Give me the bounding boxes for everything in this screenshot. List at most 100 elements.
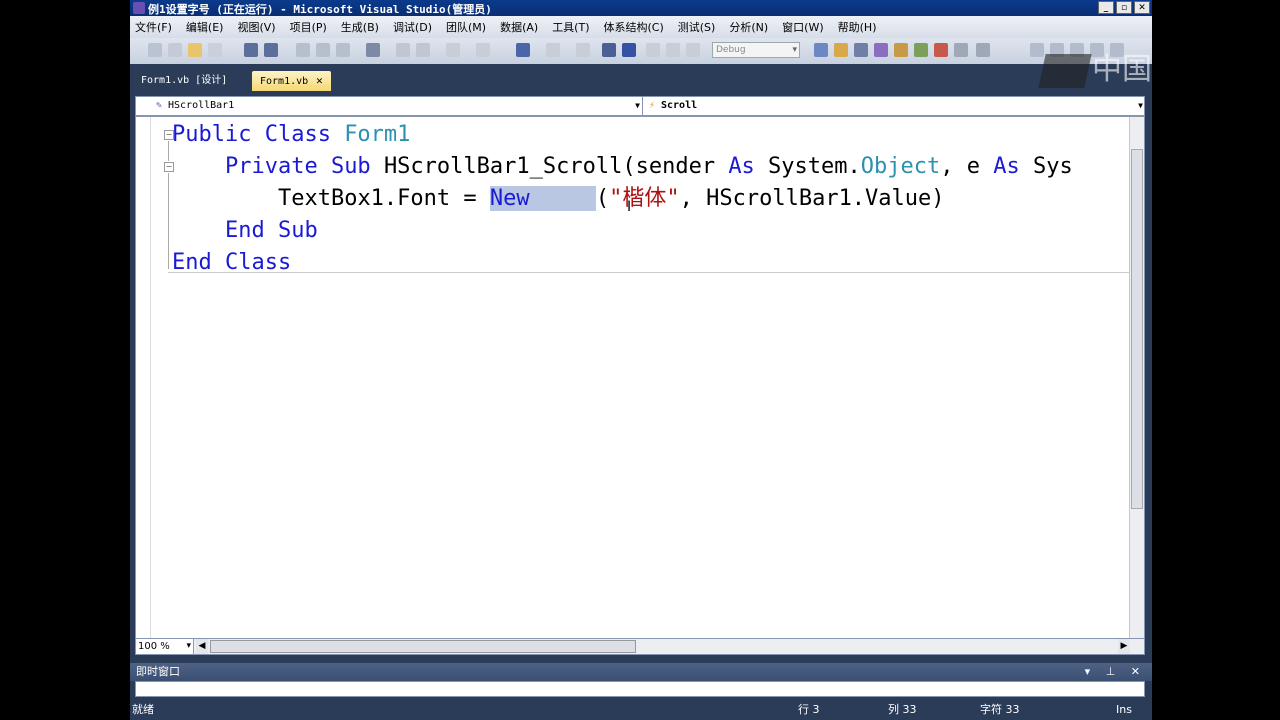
menu-project[interactable]: 项目(P)	[290, 19, 327, 35]
solution-config-select[interactable]: Debug	[712, 42, 800, 58]
comment-icon[interactable]	[396, 43, 410, 57]
menu-test[interactable]: 测试(S)	[678, 19, 716, 35]
menu-debug[interactable]: 调试(D)	[393, 19, 432, 35]
visual-studio-window: 例1设置字号 (正在运行) - Microsoft Visual Studio(…	[130, 0, 1152, 720]
restart-icon[interactable]	[646, 43, 660, 57]
navigate-forward-icon[interactable]	[546, 43, 560, 57]
chevron-down-icon[interactable]: ▼	[635, 97, 640, 115]
redo-icon[interactable]	[476, 43, 490, 57]
immediate-window-body[interactable]	[135, 681, 1145, 697]
status-column: 列 33	[888, 703, 917, 716]
add-existing-icon[interactable]	[208, 43, 222, 57]
toolbar-options-icon[interactable]	[976, 43, 990, 57]
code-keyword: End Sub	[224, 218, 318, 243]
object-dropdown-value: HScrollBar1	[168, 100, 235, 111]
toolbox-icon[interactable]	[894, 43, 908, 57]
menu-window[interactable]: 窗口(W)	[782, 19, 823, 35]
immediate-window-title: 即时窗口	[136, 665, 180, 678]
outline-line	[168, 141, 169, 161]
immediate-window-header: 即时窗口 ▾ ⊥ ✕	[130, 663, 1152, 681]
chevron-down-icon[interactable]: ▼	[1138, 97, 1143, 115]
save-all-icon[interactable]	[264, 43, 278, 57]
menu-bar: 文件(F) 编辑(E) 视图(V) 项目(P) 生成(B) 调试(D) 团队(M…	[130, 16, 1152, 38]
event-icon: ⚡	[649, 100, 656, 111]
outline-line	[168, 173, 169, 269]
code-editor[interactable]: − − Public Class Form1 Private Sub HScro…	[135, 116, 1145, 639]
panel-controls[interactable]: ▾ ⊥ ✕	[1085, 663, 1146, 681]
extension-manager-icon[interactable]	[914, 43, 928, 57]
event-dropdown[interactable]: ⚡ Scroll ▼	[643, 97, 1145, 115]
object-dropdown[interactable]: ✎ HScrollBar1 ▼	[136, 97, 643, 115]
output-icon[interactable]	[954, 43, 968, 57]
new-project-icon[interactable]	[148, 43, 162, 57]
find-icon[interactable]	[366, 43, 380, 57]
pause-icon[interactable]	[602, 43, 616, 57]
tab-form1-design[interactable]: Form1.vb [设计]	[133, 71, 235, 91]
watermark-text: 中国	[1092, 52, 1152, 87]
code-selection	[529, 186, 596, 211]
code-text[interactable]: Public Class Form1 Private Sub HScrollBa…	[172, 119, 1073, 279]
navigate-back-icon[interactable]	[516, 43, 530, 57]
copy-icon[interactable]	[316, 43, 330, 57]
horizontal-scrollbar[interactable]: 100 % ◀ ▶	[135, 638, 1145, 655]
logo-mark	[1038, 53, 1092, 88]
scroll-left-icon[interactable]: ◀	[196, 639, 208, 654]
standard-toolbar: Debug	[130, 38, 1152, 65]
tab-close-icon[interactable]: ✕	[316, 74, 323, 87]
paste-icon[interactable]	[336, 43, 350, 57]
object-browser-icon[interactable]	[874, 43, 888, 57]
maximize-button[interactable]: ▫	[1116, 1, 1132, 14]
code-identifier: HScrollBar1_Scroll(sender	[383, 154, 729, 179]
close-button[interactable]: ✕	[1134, 1, 1150, 14]
code-keyword: As	[993, 154, 1020, 179]
status-ready: 就绪	[132, 703, 154, 716]
tab-label: Form1.vb [设计]	[141, 75, 228, 86]
navigation-bar: ✎ HScrollBar1 ▼ ⚡ Scroll ▼	[135, 96, 1145, 116]
code-keyword: End Class	[172, 250, 292, 275]
properties-icon[interactable]	[854, 43, 868, 57]
menu-build[interactable]: 生成(B)	[341, 19, 379, 35]
add-item-icon[interactable]	[168, 43, 182, 57]
vertical-scroll-thumb[interactable]	[1131, 149, 1143, 509]
scroll-right-icon[interactable]: ▶	[1118, 639, 1130, 654]
minimize-button[interactable]: _	[1098, 1, 1114, 14]
menu-data[interactable]: 数据(A)	[500, 19, 538, 35]
code-selected-keyword: New	[489, 186, 530, 211]
menu-analyze[interactable]: 分析(N)	[729, 19, 768, 35]
tab-label: Form1.vb	[260, 76, 309, 87]
status-mode: Ins	[1116, 703, 1132, 716]
solution-explorer-icon[interactable]	[834, 43, 848, 57]
window-title: 例1设置字号 (正在运行) - Microsoft Visual Studio(…	[148, 3, 492, 16]
code-identifier: TextBox1.Font =	[277, 186, 490, 211]
step-over-icon[interactable]	[686, 43, 700, 57]
code-type: Object	[860, 154, 941, 179]
menu-help[interactable]: 帮助(H)	[838, 19, 877, 35]
zoom-select[interactable]: 100 %	[136, 639, 194, 654]
vertical-scrollbar[interactable]	[1129, 117, 1144, 638]
event-dropdown-value: Scroll	[661, 100, 698, 111]
menu-edit[interactable]: 编辑(E)	[186, 19, 224, 35]
stop-icon[interactable]	[622, 43, 636, 57]
status-bar: 就绪 行 3 列 33 字符 33 Ins	[130, 699, 1152, 720]
save-icon[interactable]	[244, 43, 258, 57]
cut-icon[interactable]	[296, 43, 310, 57]
step-into-icon[interactable]	[666, 43, 680, 57]
start-debug-icon[interactable]	[576, 43, 590, 57]
error-list-icon[interactable]	[934, 43, 948, 57]
margin-gutter	[136, 117, 151, 638]
menu-tools[interactable]: 工具(T)	[552, 19, 589, 35]
tab-form1-code[interactable]: Form1.vb ✕	[252, 71, 331, 91]
control-icon: ✎	[156, 100, 163, 111]
horizontal-scroll-thumb[interactable]	[210, 640, 636, 653]
find-in-files-icon[interactable]	[814, 43, 828, 57]
code-keyword: Private Sub	[224, 154, 384, 179]
app-icon	[133, 2, 145, 14]
menu-view[interactable]: 视图(V)	[237, 19, 275, 35]
menu-file[interactable]: 文件(F)	[135, 19, 172, 35]
open-file-icon[interactable]	[188, 43, 202, 57]
menu-team[interactable]: 团队(M)	[446, 19, 486, 35]
menu-architecture[interactable]: 体系结构(C)	[604, 19, 664, 35]
uncomment-icon[interactable]	[416, 43, 430, 57]
code-keyword: Public Class	[172, 122, 345, 147]
undo-icon[interactable]	[446, 43, 460, 57]
